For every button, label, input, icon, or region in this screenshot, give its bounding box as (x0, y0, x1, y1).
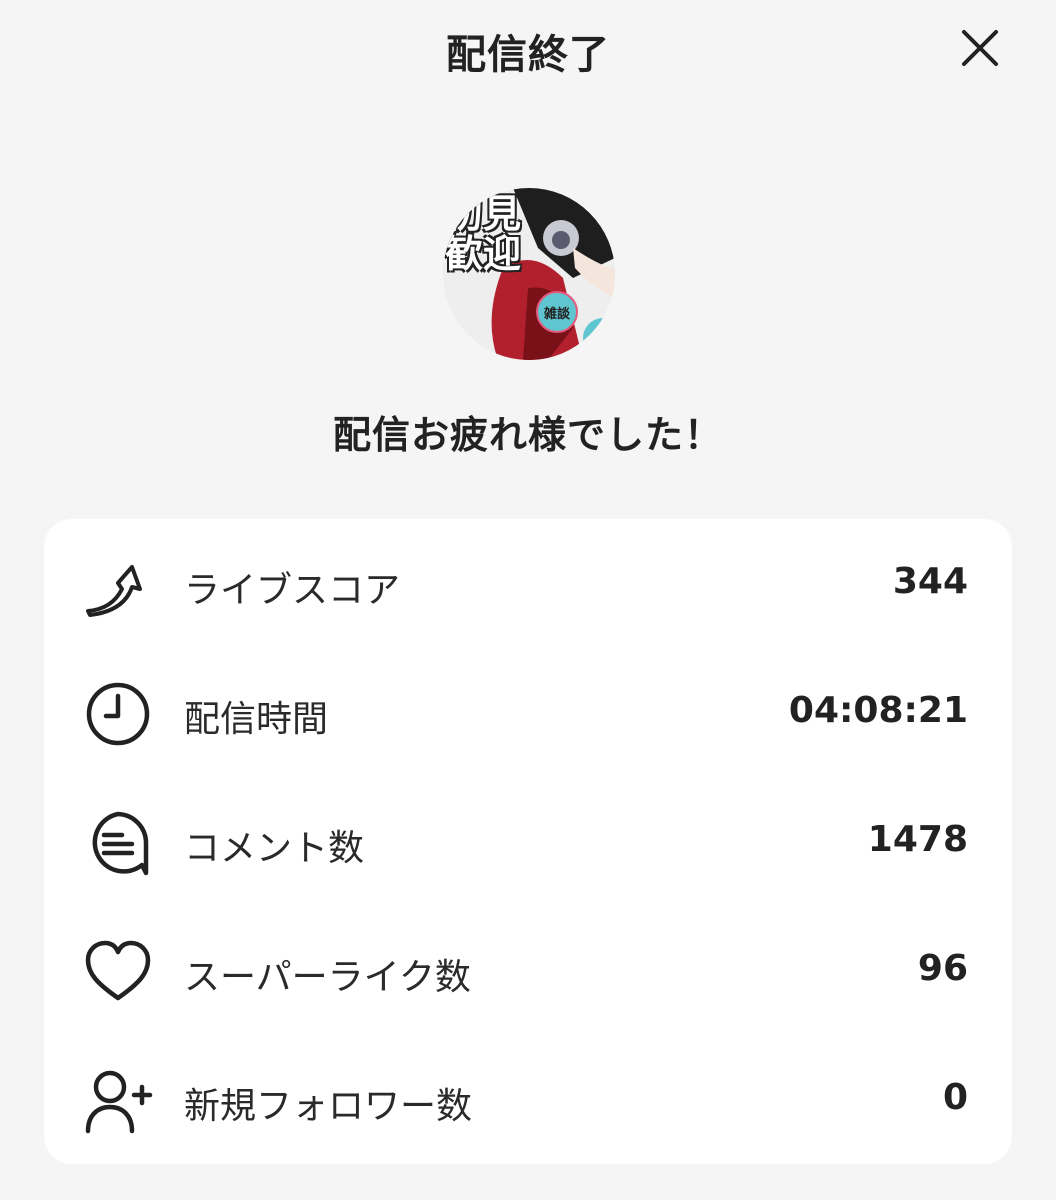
avatar-badge: 雑談 (536, 291, 578, 333)
stat-row-stream-time: 配信時間 04:08:21 (44, 648, 1012, 776)
stat-row-new-followers: 新規フォロワー数 0 (44, 1035, 1012, 1163)
stat-value: 0 (942, 1077, 968, 1118)
heart-icon (85, 940, 151, 1001)
avatar-text: 初見歓迎 (445, 191, 522, 276)
live-score-arrow-icon (86, 565, 142, 617)
add-user-icon (85, 1070, 153, 1134)
stat-value: 344 (892, 561, 968, 602)
stat-row-super-likes: スーパーライク数 96 (44, 906, 1012, 1034)
clock-icon (86, 682, 150, 746)
stat-label: コメント数 (184, 828, 365, 869)
close-button[interactable] (955, 25, 1005, 71)
stat-label: 配信時間 (184, 699, 329, 740)
avatar-badge-decoration (583, 318, 615, 358)
comment-icon (92, 811, 149, 876)
stat-value: 1478 (867, 819, 968, 860)
completion-message: 配信お疲れ様でした！ (332, 413, 723, 457)
stat-row-comments: コメント数 1478 (44, 777, 1012, 905)
header: 配信終了 (0, 0, 1056, 100)
close-icon (962, 30, 998, 66)
page-title: 配信終了 (446, 32, 610, 78)
stat-value: 04:08:21 (788, 690, 968, 731)
stat-value: 96 (917, 948, 968, 989)
stat-row-live-score: ライブスコア 344 (44, 519, 1012, 647)
stat-label: ライブスコア (184, 570, 401, 611)
stats-card: ライブスコア 344 配信時間 04:08:21 コメント数 1478 スーパー… (44, 519, 1012, 1164)
stream-ended-screen: 配信終了 初見歓迎 雑談 配信お疲れ様でした！ ライブスコア 344 配信時間 … (0, 0, 1056, 1200)
stat-label: スーパーライク数 (184, 957, 471, 998)
stat-label: 新規フォロワー数 (184, 1086, 473, 1127)
avatar: 初見歓迎 雑談 (443, 188, 615, 360)
